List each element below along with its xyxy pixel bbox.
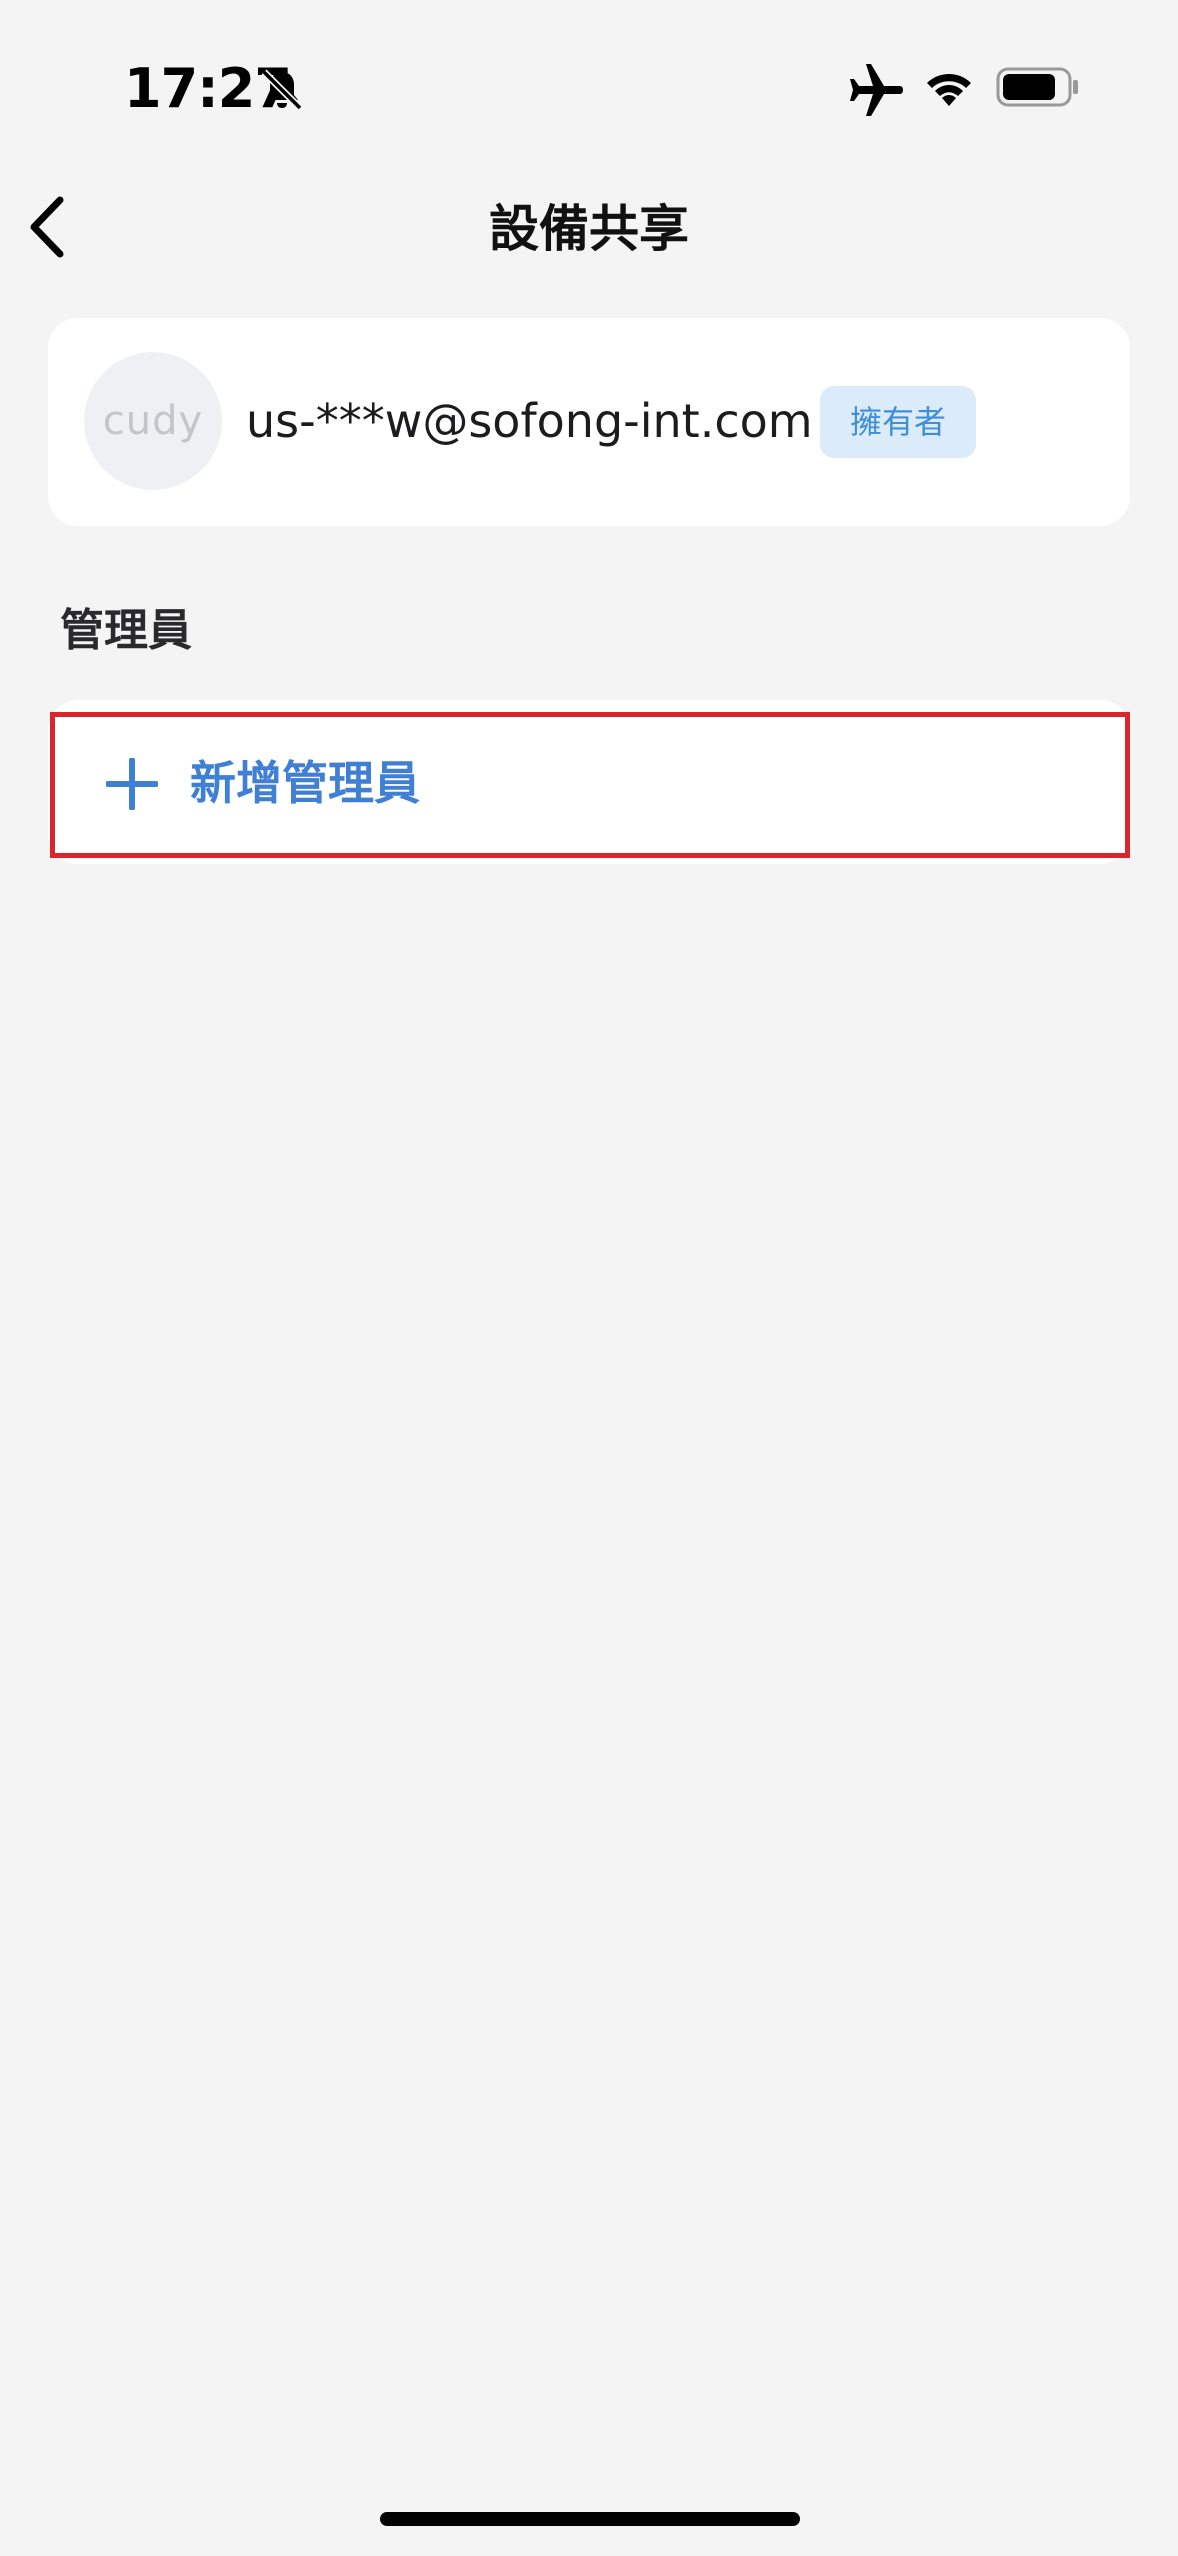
home-indicator xyxy=(380,2512,800,2526)
plus-icon xyxy=(106,758,158,810)
owner-card: cudy us-***w@sofong-int.com 擁有者 xyxy=(48,318,1130,526)
owner-badge: 擁有者 xyxy=(820,386,976,458)
airplane-icon xyxy=(850,64,903,116)
bell-slash-icon xyxy=(261,69,303,111)
page-title: 設備共享 xyxy=(489,200,689,258)
owner-email: us-***w@sofong-int.com xyxy=(246,394,813,448)
wifi-icon xyxy=(927,74,971,106)
section-title-admins: 管理員 xyxy=(60,605,192,656)
battery-icon xyxy=(996,67,1078,107)
status-bar: 17:27 xyxy=(0,0,1178,160)
avatar: cudy xyxy=(84,352,222,490)
nav-bar: 設備共享 xyxy=(0,160,1178,290)
add-admin-label: 新增管理員 xyxy=(190,756,420,810)
